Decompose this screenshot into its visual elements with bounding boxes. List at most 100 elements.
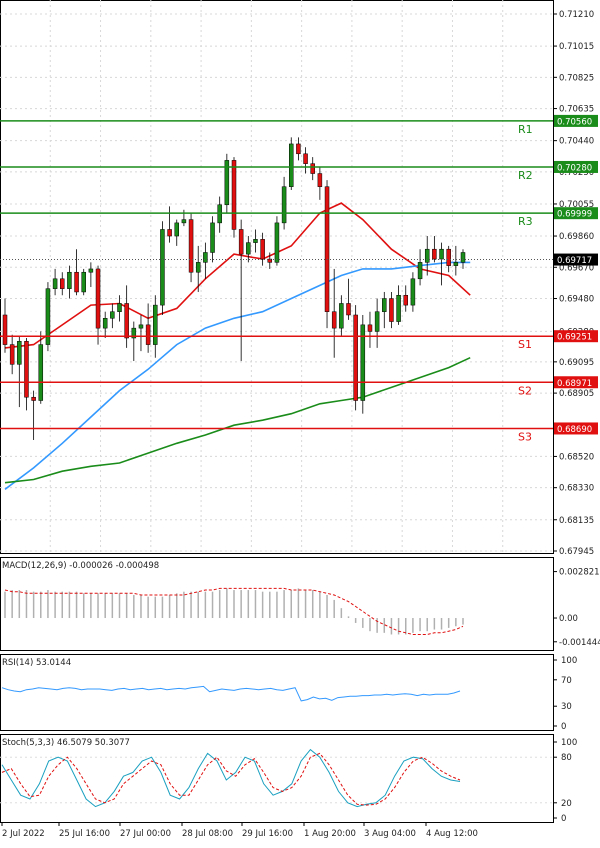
forex-chart: 0.71210 0.71015 0.70825 0.70635 0.70440 0.702…	[0, 0, 600, 839]
y-tick-label: 0.68520	[559, 452, 594, 462]
stoch-title: Stoch(5,3,3) 46.5079 50.3077	[2, 738, 130, 748]
candle-bearish	[167, 229, 172, 237]
x-tick-label: 3 Aug 04:00	[364, 829, 416, 839]
candle-bullish	[396, 294, 401, 322]
candle-bearish	[353, 314, 358, 401]
candle-bullish	[110, 311, 115, 319]
rsi-tick-label: 100	[561, 656, 577, 666]
y-tick-label: 0.68135	[559, 516, 594, 526]
candle-bullish	[81, 271, 86, 293]
y-tick-label: 0.70635	[559, 105, 594, 115]
y-tick-label: 0.67945	[559, 547, 594, 557]
candle-bearish	[145, 324, 151, 345]
candle-bullish	[439, 248, 444, 260]
y-tick-label: 0.71015	[559, 42, 594, 52]
candle-bullish	[181, 219, 187, 224]
candle-bearish	[324, 186, 330, 312]
candle-bullish	[253, 239, 258, 243]
candle-bullish	[289, 143, 294, 187]
candle-bearish	[367, 324, 373, 332]
y-tick-label: 0.70825	[559, 73, 594, 83]
candle-bullish	[339, 303, 344, 329]
rsi-tick-label: 70	[561, 676, 572, 686]
x-tick-label: 29 Jul 16:00	[242, 829, 293, 839]
candle-bearish	[403, 294, 408, 306]
candle-bearish	[60, 278, 65, 289]
level-name-s2: S2	[518, 384, 532, 397]
level-price-label: 0.70560	[557, 117, 592, 127]
x-tick-label: 2 Jul 2022	[2, 829, 45, 839]
candle-bearish	[446, 248, 451, 266]
stoch-tick-label: 80	[561, 753, 572, 763]
candle-bearish	[31, 396, 36, 401]
candle-bullish	[274, 222, 280, 263]
macd-title: MACD(12,26,9) -0.000026 -0.000498	[2, 561, 159, 571]
stoch-tick-label: 100	[561, 738, 577, 748]
candle-bullish	[38, 344, 44, 401]
level-name-s3: S3	[518, 430, 532, 443]
candle-bullish	[195, 262, 201, 273]
candle-bearish	[24, 341, 29, 398]
candle-bearish	[9, 344, 15, 365]
candle-bullish	[52, 278, 58, 289]
x-tick-label: 25 Jul 16:00	[59, 829, 110, 839]
candle-bullish	[424, 248, 430, 263]
candle-bullish	[246, 242, 251, 255]
candle-bearish	[296, 143, 301, 155]
level-price-label: 0.68971	[557, 379, 592, 389]
candle-bearish	[188, 219, 194, 273]
candle-bearish	[124, 303, 129, 339]
chart-root: 0.71210 0.71015 0.70825 0.70635 0.70440 0.702…	[0, 0, 600, 844]
candle-bearish	[389, 298, 394, 322]
candle-bearish	[74, 271, 79, 293]
candle-bullish	[417, 262, 423, 280]
stoch-tick-label: 0	[561, 814, 566, 824]
candle-bullish	[153, 304, 158, 345]
candle-bullish	[102, 318, 108, 329]
rsi-panel	[0, 654, 554, 731]
y-tick-label: 0.70440	[559, 137, 594, 147]
x-tick-label: 4 Aug 12:00	[426, 829, 478, 839]
y-tick-label: 0.69095	[559, 358, 594, 368]
candle-bullish	[88, 268, 94, 273]
candle-bullish	[174, 222, 179, 237]
candle-bearish	[238, 229, 244, 255]
candle-bullish	[453, 262, 459, 266]
y-tick-label: 0.68905	[559, 389, 594, 399]
macd-tick-label: 0.00	[559, 614, 578, 624]
level-name-s1: S1	[518, 338, 532, 351]
level-price-label: 0.68690	[557, 425, 592, 435]
level-name-r3: R3	[518, 215, 533, 228]
macd-tick-label: -0.001444	[559, 638, 600, 648]
candle-bearish	[260, 239, 265, 260]
level-name-r2: R2	[518, 169, 533, 182]
candle-bearish	[267, 258, 273, 263]
rsi-tick-label: 0	[561, 722, 566, 732]
level-price-label: 0.69251	[557, 333, 592, 343]
level-price-label: 0.69999	[557, 210, 592, 220]
y-tick-label: 0.71210	[559, 10, 594, 20]
x-tick-label: 28 Jul 08:00	[182, 829, 233, 839]
candle-bearish	[346, 303, 351, 316]
candle-bullish	[374, 311, 380, 332]
level-price-label: 0.70280	[557, 163, 592, 173]
x-tick-label: 1 Aug 20:00	[304, 829, 356, 839]
rsi-tick-label: 30	[561, 702, 572, 712]
candle-bearish	[310, 163, 315, 174]
candle-bullish	[203, 252, 208, 263]
candle-bearish	[317, 173, 323, 187]
current-price-label: 0.69717	[557, 256, 592, 266]
y-tick-label: 0.68330	[559, 484, 594, 494]
candle-bullish	[160, 229, 165, 306]
candle-bullish	[382, 298, 387, 312]
rsi-title: RSI(14) 53.0144	[2, 658, 71, 668]
level-name-r1: R1	[518, 123, 533, 136]
candle-bearish	[231, 160, 237, 230]
stoch-tick-label: 20	[561, 799, 572, 809]
candle-bearish	[95, 268, 101, 329]
x-tick-label: 27 Jul 00:00	[120, 829, 171, 839]
candle-bullish	[67, 271, 72, 289]
y-tick-label: 0.69860	[559, 232, 594, 242]
candle-bullish	[210, 222, 215, 253]
candle-bullish	[17, 341, 22, 365]
